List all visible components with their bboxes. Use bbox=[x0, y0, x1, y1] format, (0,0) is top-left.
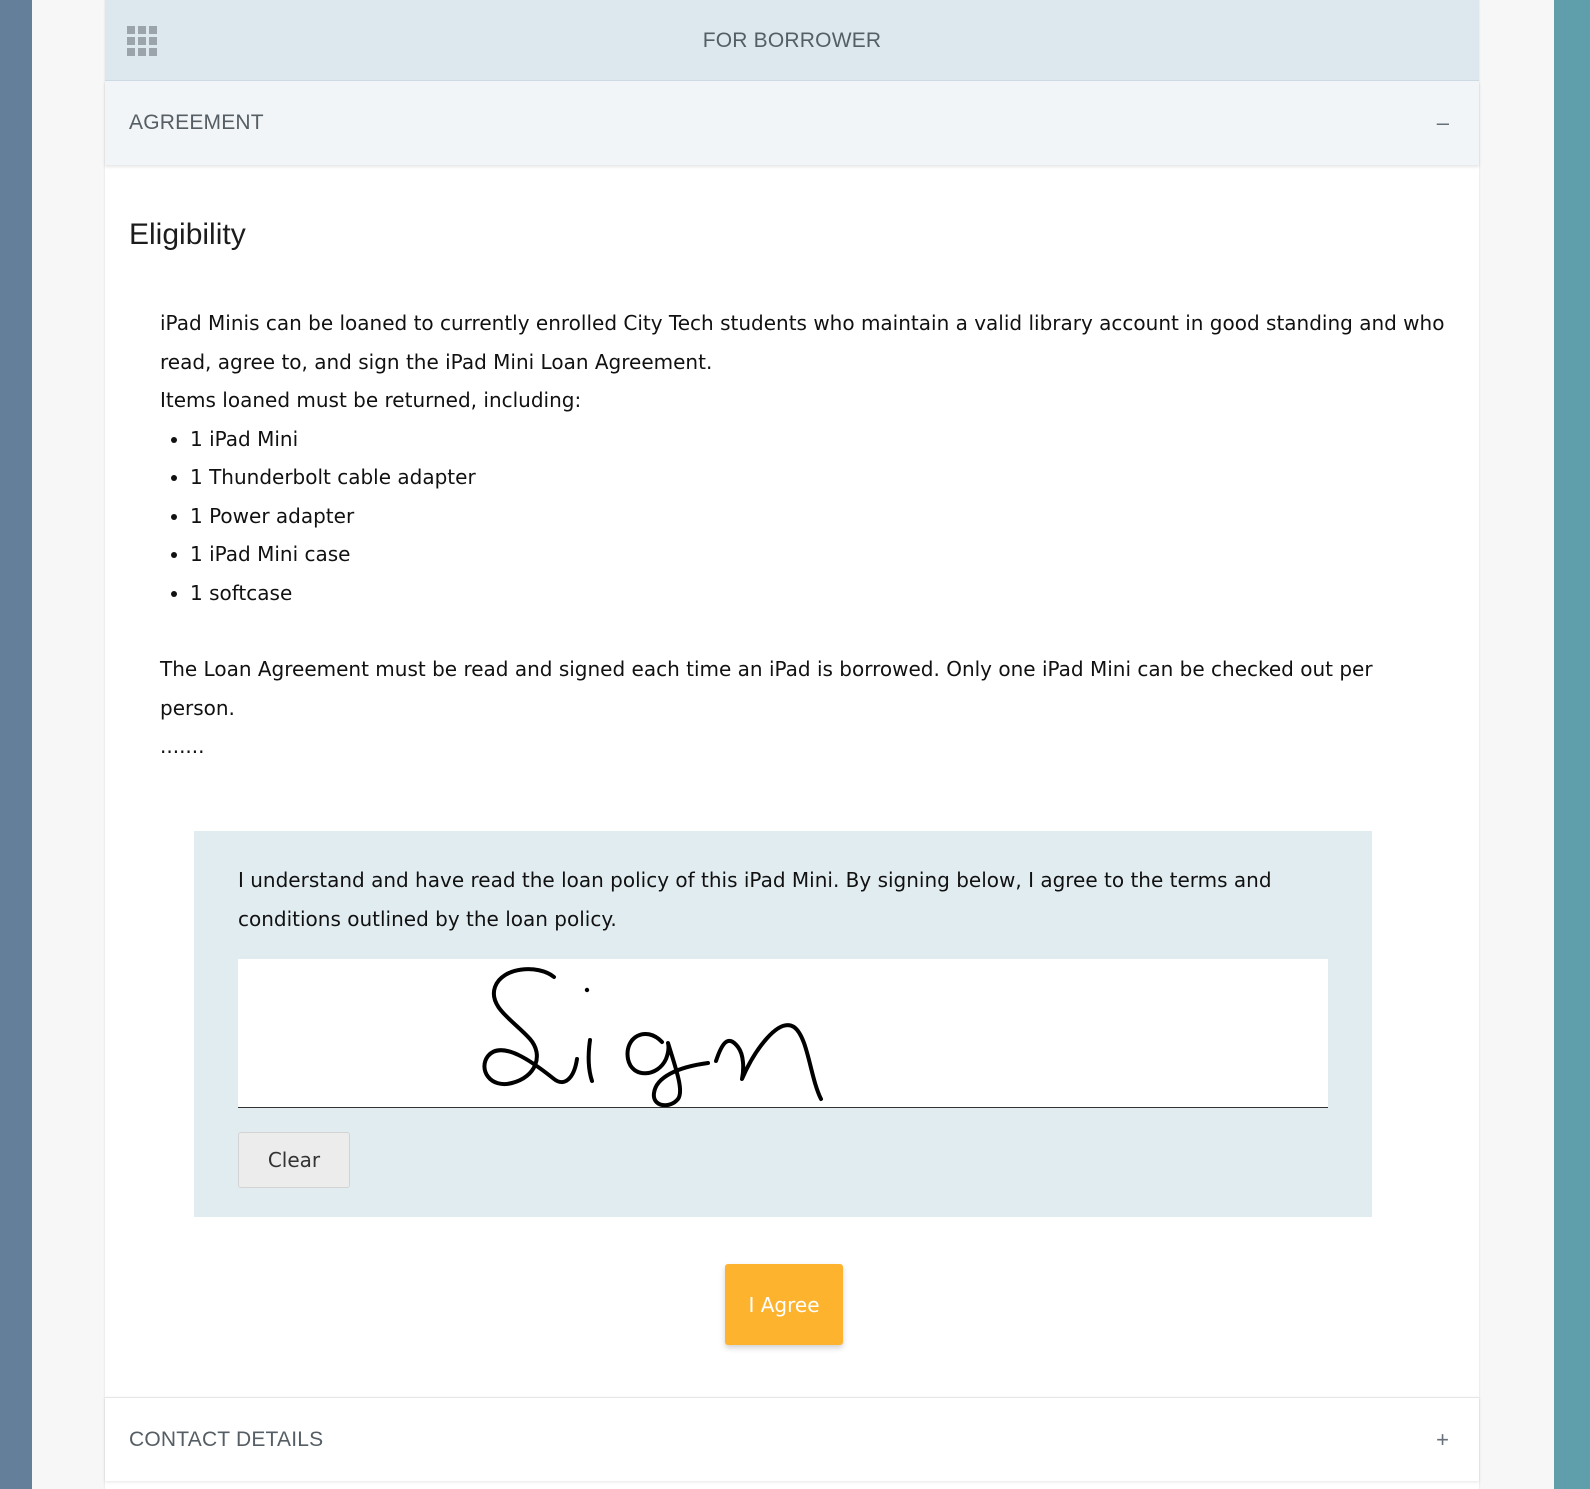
items-list: 1 iPad Mini 1 Thunderbolt cable adapter … bbox=[160, 420, 1450, 613]
page-background: FOR BORROWER AGREEMENT – Eligibility iPa… bbox=[32, 0, 1554, 1489]
list-item: 1 iPad Mini case bbox=[190, 535, 1450, 574]
list-item: 1 Thunderbolt cable adapter bbox=[190, 458, 1450, 497]
agreement-body: iPad Minis can be loaned to currently en… bbox=[160, 304, 1450, 766]
eligibility-intro: iPad Minis can be loaned to currently en… bbox=[160, 311, 1445, 374]
agree-button[interactable]: I Agree bbox=[725, 1264, 843, 1345]
items-intro: Items loaned must be returned, including… bbox=[160, 388, 582, 412]
loan-note: The Loan Agreement must be read and sign… bbox=[160, 657, 1373, 720]
signature-pad[interactable] bbox=[238, 959, 1328, 1108]
list-item: 1 Power adapter bbox=[190, 497, 1450, 536]
top-bar: FOR BORROWER bbox=[105, 0, 1479, 81]
expand-icon[interactable]: + bbox=[1436, 1427, 1449, 1453]
signature-statement: I understand and have read the loan poli… bbox=[238, 868, 1272, 931]
list-item: 1 softcase bbox=[190, 574, 1450, 613]
accordion-contact-title: CONTACT DETAILS bbox=[129, 1427, 324, 1451]
list-item: 1 iPad Mini bbox=[190, 420, 1450, 459]
signature-drawing bbox=[482, 967, 823, 1107]
section-heading: Eligibility bbox=[129, 218, 246, 251]
collapse-icon[interactable]: – bbox=[1437, 110, 1449, 136]
accordion-agreement-title: AGREEMENT bbox=[129, 111, 264, 134]
clear-signature-button[interactable]: Clear bbox=[238, 1132, 350, 1188]
accordion-contact-header[interactable]: CONTACT DETAILS + bbox=[105, 1397, 1479, 1481]
accordion-agreement-header[interactable]: AGREEMENT – bbox=[105, 81, 1479, 165]
signature-panel: I understand and have read the loan poli… bbox=[194, 831, 1372, 1217]
borrower-card: FOR BORROWER AGREEMENT – Eligibility iPa… bbox=[105, 0, 1479, 1489]
page-title: FOR BORROWER bbox=[702, 29, 882, 52]
ellipsis-text: ....... bbox=[160, 734, 205, 758]
